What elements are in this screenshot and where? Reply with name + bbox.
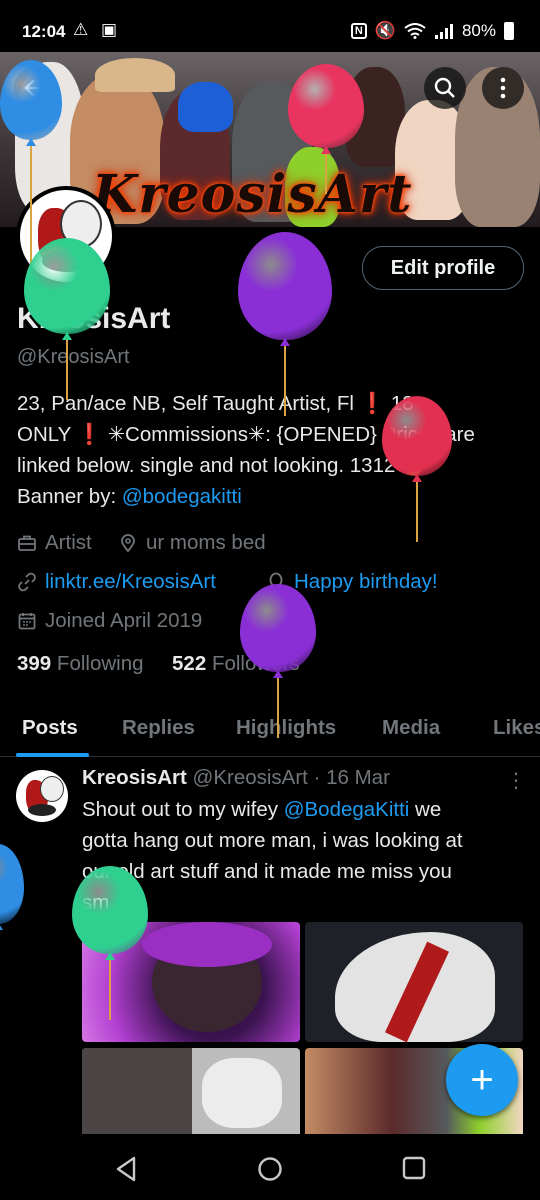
bio-line: linked below. single and not looking. 13… [17,454,427,477]
location-pin-icon [121,534,135,553]
mute-icon: 🔇 [374,21,396,40]
home-icon[interactable] [257,1156,283,1182]
tab-media[interactable]: Media [382,716,440,740]
followers-link[interactable]: 522 Followers [172,652,300,675]
bio-line: 23, Pan/ace NB, Self Taught Artist, Fl ❗… [17,392,426,415]
signal-icon [434,24,453,39]
bio-line: ONLY ❗ ✳Commissions✳: {OPENED} Prices ar… [17,423,475,446]
profile-category: Artist [17,531,92,555]
notification-icons: ⚠ ▣ [73,20,122,39]
recents-icon[interactable] [402,1156,426,1180]
android-nav-bar [0,1134,540,1200]
briefcase-icon [18,535,36,551]
tweet-text: Shout out to my wifey @BodegaKitti we go… [82,798,463,914]
profile-tabs: Posts Replies Highlights Media Likes [0,700,540,757]
tab-posts[interactable]: Posts [22,716,78,740]
link-icon [18,572,36,592]
banner-character [95,58,175,92]
profile-location: ur moms bed [118,531,266,555]
edit-profile-button[interactable]: Edit profile [362,246,524,290]
back-arrow-icon [24,79,44,97]
following-link[interactable]: 399 Following [17,652,144,675]
tweet-image[interactable] [82,1048,300,1138]
profile-website[interactable]: linktr.ee/KreosisArt [17,570,216,594]
profile-avatar[interactable] [16,186,116,286]
back-icon[interactable] [114,1156,138,1182]
tab-highlights[interactable]: Highlights [236,716,336,740]
battery-percent: 80% [461,21,496,40]
active-tab-indicator [16,753,89,757]
compose-button[interactable]: + [446,1044,518,1116]
tweet-mention[interactable]: @BodegaKitti [284,798,410,821]
back-button[interactable] [14,67,56,109]
follow-stats: 399 Following 522 Followers [17,652,300,676]
profile-handle: @KreosisArt [17,346,130,368]
tweet-avatar[interactable] [16,770,68,822]
tab-replies[interactable]: Replies [122,716,195,740]
bio-line: Banner by: @bodegakitti [17,485,242,508]
status-bar: 12:04 ⚠ ▣ N 🔇 80% [0,0,540,60]
status-right: N 🔇 80% [350,21,514,41]
battery-icon [504,22,514,40]
profile-joined: Joined April 2019 [17,609,202,633]
tweet-header: KreosisArt @KreosisArt · 16 Mar [82,766,390,790]
status-time: 12:04 [22,22,66,41]
tweet-image[interactable] [305,922,523,1042]
tweet-more-icon[interactable]: ⋮ [506,768,526,793]
banner-credit-link[interactable]: @bodegakitti [122,485,242,508]
tweet-meta: @KreosisArt · 16 Mar [192,766,390,789]
wifi-icon [404,23,426,39]
more-button[interactable] [482,67,524,109]
balloon-decoration [0,844,24,984]
nfc-icon: N [350,23,367,39]
tab-likes[interactable]: Likes [493,716,540,740]
banner-character [178,82,233,132]
tweet-image[interactable] [82,922,300,1042]
search-icon [434,77,455,98]
profile-birthday[interactable]: Happy birthday! [266,570,438,594]
balloon-decoration [238,232,332,416]
balloon-icon [269,572,283,592]
profile-bio: 23, Pan/ace NB, Self Taught Artist, Fl ❗… [17,388,522,512]
banner-title: KreosisArt [92,164,413,225]
display-name: KreosisArt [17,302,171,335]
tweet-author-name[interactable]: KreosisArt [82,766,187,789]
search-button[interactable] [424,67,466,109]
more-icon [500,77,506,99]
calendar-icon [18,613,36,630]
